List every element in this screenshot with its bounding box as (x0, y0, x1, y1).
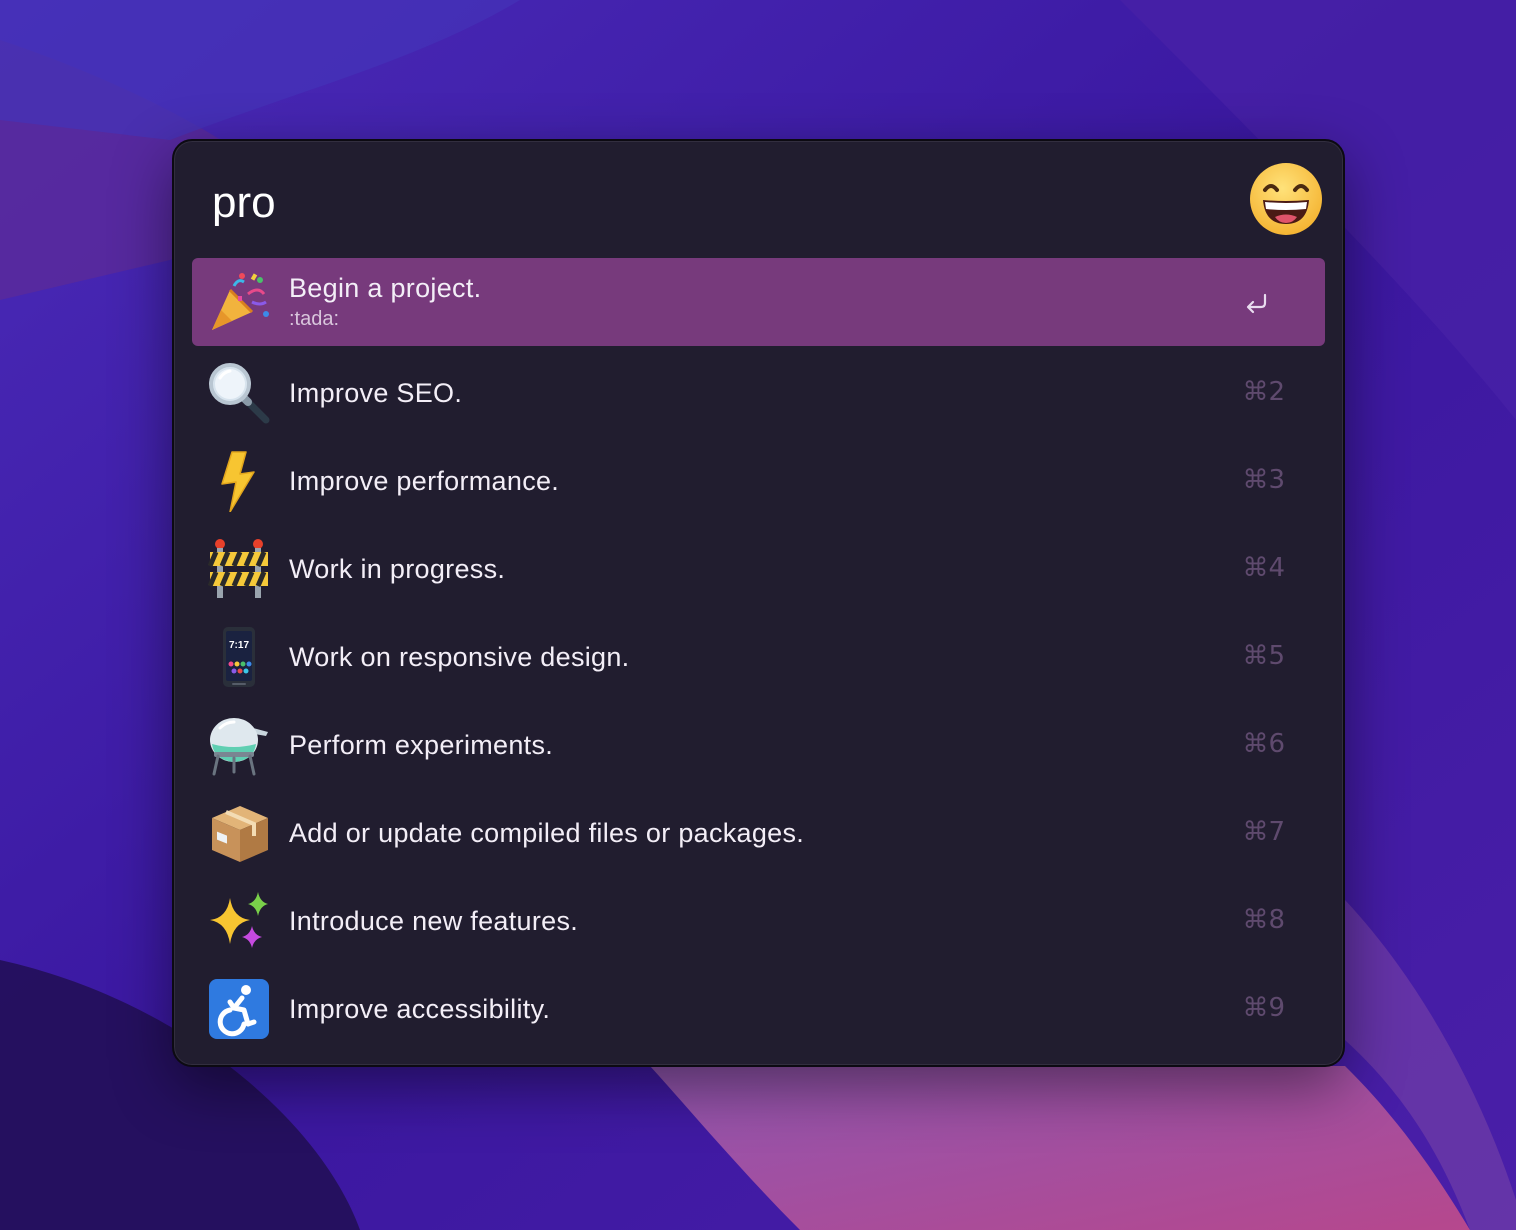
result-title: Perform experiments. (289, 730, 554, 760)
result-title: Improve performance. (289, 466, 560, 496)
shortcut-label: ⌘8 (1242, 905, 1285, 935)
result-title: Work on responsive design. (289, 642, 630, 672)
result-row-accessibility[interactable]: Improve accessibility. ⌘9 (192, 964, 1325, 1052)
result-title: Add or update compiled files or packages… (289, 818, 805, 848)
result-title: Begin a project. (289, 273, 482, 303)
result-title: Introduce new features. (289, 906, 579, 936)
result-row-improve-seo[interactable]: Improve SEO. ⌘2 (192, 348, 1325, 436)
result-title: Improve accessibility. (289, 994, 551, 1024)
shortcut-label: ⌘6 (1242, 729, 1285, 759)
result-title: Improve SEO. (289, 378, 463, 408)
search-input[interactable] (212, 173, 1112, 233)
result-row-responsive-design[interactable]: 7:17 Work on responsive design. ⌘5 (192, 612, 1325, 700)
shortcut-label: ⌘2 (1242, 377, 1285, 407)
search-bar (174, 141, 1343, 257)
result-row-compiled-files[interactable]: Add or update compiled files or packages… (192, 788, 1325, 876)
party-popper-icon (208, 272, 270, 334)
result-emoji-code: :tada: (289, 308, 340, 330)
result-row-begin-project[interactable]: Begin a project. :tada: (192, 258, 1325, 346)
wheelchair-icon (208, 978, 270, 1040)
result-row-perform-experiments[interactable]: Perform experiments. ⌘6 (192, 700, 1325, 788)
result-row-work-in-progress[interactable]: Work in progress. ⌘4 (192, 524, 1325, 612)
shortcut-label: ⌘9 (1242, 993, 1285, 1023)
phone-clock: 7:17 (229, 640, 249, 651)
shortcut-label: ⌘4 (1242, 553, 1285, 583)
mobile-phone-icon: 7:17 (208, 626, 270, 688)
magnifying-glass-icon (208, 362, 270, 424)
launcher-window: Begin a project. :tada: Improve (172, 139, 1345, 1067)
grinning-face-icon (1249, 162, 1323, 236)
construction-barrier-icon (208, 538, 270, 600)
result-row-improve-performance[interactable]: Improve performance. ⌘3 (192, 436, 1325, 524)
sparkles-icon (208, 890, 270, 952)
package-icon (208, 802, 270, 864)
shortcut-label: ⌘7 (1242, 817, 1285, 847)
return-key-icon (1243, 291, 1271, 315)
results-list: Begin a project. :tada: Improve SEO. ⌘2 … (192, 258, 1325, 1052)
alembic-icon (208, 714, 270, 776)
result-title: Work in progress. (289, 554, 506, 584)
lightning-bolt-icon (208, 450, 270, 512)
shortcut-label: ⌘5 (1242, 641, 1285, 671)
shortcut-label: ⌘3 (1242, 465, 1285, 495)
result-row-new-features[interactable]: Introduce new features. ⌘8 (192, 876, 1325, 964)
